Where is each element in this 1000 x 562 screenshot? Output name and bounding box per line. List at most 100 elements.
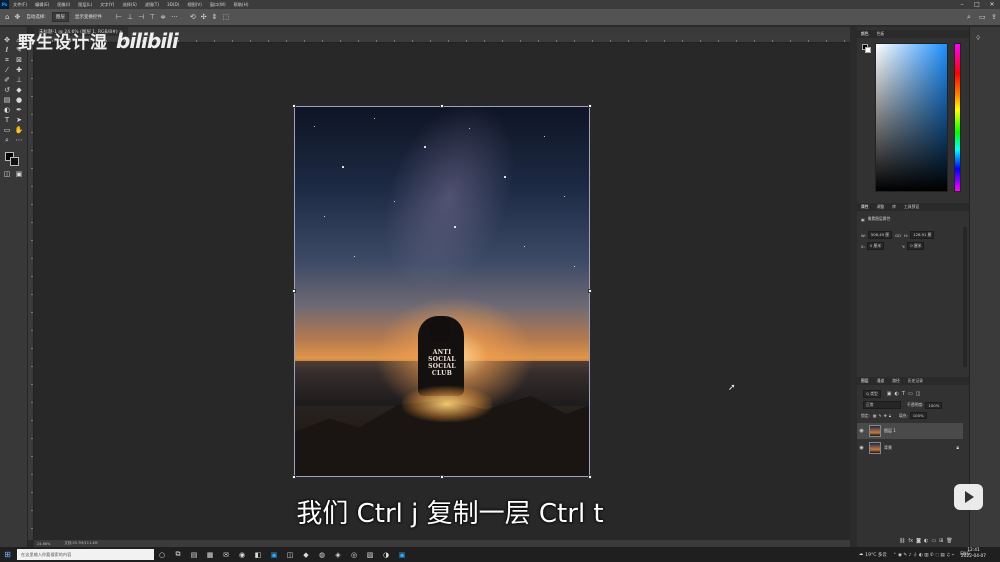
history-brush-tool-icon[interactable]: ↺ xyxy=(2,85,12,95)
minimize-button[interactable]: – xyxy=(955,0,969,9)
frame-tool-icon[interactable]: ⊠ xyxy=(14,55,24,65)
app-icon-4[interactable]: ◈ xyxy=(330,551,346,559)
tab-paths[interactable]: 路径 xyxy=(888,378,904,384)
properties-scrollbar[interactable] xyxy=(963,227,967,367)
eraser-tool-icon[interactable]: ◆ xyxy=(14,85,24,95)
transform-handle-bottom-left[interactable] xyxy=(292,475,296,479)
visibility-eye-icon[interactable]: ◉ xyxy=(857,428,866,434)
menu-layer[interactable]: 图层(L) xyxy=(74,2,96,8)
transform-handle-bottom[interactable] xyxy=(440,475,444,479)
tray-icons[interactable]: ⌃ ◉ ✎ ♪ ⏚ ◐ ▥ ✆ ◌ ▤ ♫ ⌁ xyxy=(893,552,954,558)
menu-select[interactable]: 选择(S) xyxy=(118,2,140,8)
home-icon[interactable]: ⌂ xyxy=(5,13,9,21)
align-right-icon[interactable]: ⊣ xyxy=(138,13,144,21)
eyedropper-tool-icon[interactable]: ⁄ xyxy=(2,65,12,75)
share-icon[interactable]: ⇪ xyxy=(991,13,997,21)
tab-properties[interactable]: 属性 xyxy=(857,204,873,210)
healing-brush-tool-icon[interactable]: ✚ xyxy=(14,65,24,75)
gradient-tool-icon[interactable]: ▤ xyxy=(2,95,12,105)
lock-pixels-icon[interactable]: ✎ xyxy=(878,413,881,418)
path-select-tool-icon[interactable]: ➤ xyxy=(14,115,24,125)
3d-slide-icon[interactable]: ⇕ xyxy=(212,13,218,21)
pen-tool-icon[interactable]: ✒ xyxy=(14,105,24,115)
hand-tool-icon[interactable]: ✋ xyxy=(14,125,24,135)
crop-tool-icon[interactable]: ⌗ xyxy=(2,55,12,65)
tab-layers[interactable]: 图层 xyxy=(857,378,873,384)
link-layers-icon[interactable]: ⛓ xyxy=(899,538,905,544)
fill-field[interactable]: 100% xyxy=(909,412,927,419)
quick-mask-icon[interactable]: ◫ xyxy=(2,169,12,179)
opacity-field[interactable]: 100% xyxy=(925,401,943,409)
edge-icon[interactable]: ◉ xyxy=(234,551,250,559)
align-middle-icon[interactable]: ≑ xyxy=(160,13,166,21)
menu-file[interactable]: 文件(F) xyxy=(9,2,31,8)
layer-dropdown[interactable]: 图层 xyxy=(51,12,69,22)
menu-type[interactable]: 文字(Y) xyxy=(96,2,118,8)
y-field[interactable]: 0 厘米 xyxy=(907,242,925,250)
zoom-level[interactable]: 24.66% xyxy=(37,542,50,546)
store-icon[interactable]: ▦ xyxy=(202,551,218,559)
tab-color[interactable]: 颜色 xyxy=(857,31,873,37)
menu-view[interactable]: 视图(V) xyxy=(183,2,206,8)
layer-row-layer-1[interactable]: ◉ 图层 1 xyxy=(857,423,963,439)
document-size[interactable]: 文档:55.7M/111.4M xyxy=(64,541,97,546)
tab-tool-presets[interactable]: 工具预设 xyxy=(900,204,923,210)
close-window-button[interactable]: ✕ xyxy=(985,0,999,9)
layer-kind-filter[interactable]: Q 类型 xyxy=(863,390,881,398)
app-icon-5[interactable]: ▧ xyxy=(362,551,378,559)
filter-adjust-icon[interactable]: ◐ xyxy=(895,391,899,397)
link-proportions-icon[interactable]: GO xyxy=(895,233,901,238)
more-tools-icon[interactable]: ⋯ xyxy=(14,135,24,145)
app-icon-3[interactable]: ◆ xyxy=(298,551,314,559)
canvas-image[interactable]: ANTI SOCIAL SOCIAL CLUB xyxy=(294,106,590,477)
align-center-icon[interactable]: ⊥ xyxy=(127,13,133,21)
chrome-icon[interactable]: ◎ xyxy=(346,551,362,559)
play-button[interactable] xyxy=(954,484,983,510)
fx-icon[interactable]: fx xyxy=(908,538,913,544)
zoom-tool-icon[interactable]: ⌕ xyxy=(2,135,12,145)
rectangle-tool-icon[interactable]: ▭ xyxy=(2,125,12,135)
taskbar-clock[interactable]: 12:41 2022-04-07 xyxy=(961,548,986,560)
photoshop-taskbar-icon[interactable]: ▣ xyxy=(266,551,282,559)
weather-text[interactable]: 19°C 多云 xyxy=(865,552,887,558)
color-picker-field[interactable] xyxy=(875,43,948,192)
transform-handle-bottom-right[interactable] xyxy=(588,475,592,479)
menu-help[interactable]: 帮助(H) xyxy=(230,2,253,8)
filter-pixel-icon[interactable]: ▣ xyxy=(887,391,892,397)
app-icon-2[interactable]: ◫ xyxy=(282,551,298,559)
width-field[interactable]: 506.49 厘 xyxy=(867,231,893,239)
menu-3d[interactable]: 3D(D) xyxy=(163,2,183,7)
blend-mode-select[interactable]: 正常 xyxy=(863,401,901,409)
3d-orbit-icon[interactable]: ⟲ xyxy=(190,13,196,21)
tab-libraries[interactable]: 库 xyxy=(888,204,900,210)
lasso-tool-icon[interactable]: ℓ xyxy=(2,45,12,55)
transform-handle-right[interactable] xyxy=(588,289,592,293)
transform-handle-top-right[interactable] xyxy=(588,104,592,108)
3d-scale-icon[interactable]: ⬚ xyxy=(222,13,229,21)
windows-start-icon[interactable]: ⊞ xyxy=(0,550,15,559)
mail-icon[interactable]: ✉ xyxy=(218,551,234,559)
file-explorer-icon[interactable]: ▤ xyxy=(186,551,202,559)
new-layer-icon[interactable]: ⊞ xyxy=(939,538,943,544)
taskbar-search-input[interactable]: 在这里输入你要搜索的内容 xyxy=(17,549,154,560)
transform-handle-top[interactable] xyxy=(440,104,444,108)
x-field[interactable]: 0 厘米 xyxy=(866,242,885,250)
tab-swatches[interactable]: 色板 xyxy=(873,31,889,37)
filter-shape-icon[interactable]: ▭ xyxy=(908,391,913,397)
auto-select-checkbox[interactable]: 自动选择: xyxy=(26,14,46,20)
tab-history[interactable]: 历史记录 xyxy=(904,378,927,384)
transform-handle-top-left[interactable] xyxy=(292,104,296,108)
move-tool-icon[interactable]: ✥ xyxy=(14,13,20,21)
learn-icon[interactable]: 💡︎ xyxy=(976,35,980,43)
tab-channels[interactable]: 通道 xyxy=(873,378,889,384)
blur-tool-icon[interactable]: ● xyxy=(14,95,24,105)
delete-layer-icon[interactable]: 🗑︎ xyxy=(946,538,952,544)
type-tool-icon[interactable]: T xyxy=(2,115,12,125)
brush-tool-icon[interactable]: ✐ xyxy=(2,75,12,85)
background-color-swatch[interactable] xyxy=(10,157,19,166)
menu-image[interactable]: 图像(I) xyxy=(53,2,74,8)
adjustment-layer-icon[interactable]: ◐ xyxy=(924,538,928,544)
align-left-icon[interactable]: ⊢ xyxy=(116,13,122,21)
task-view-icon[interactable]: ⧉ xyxy=(170,550,186,559)
maximize-button[interactable]: □ xyxy=(970,0,984,9)
